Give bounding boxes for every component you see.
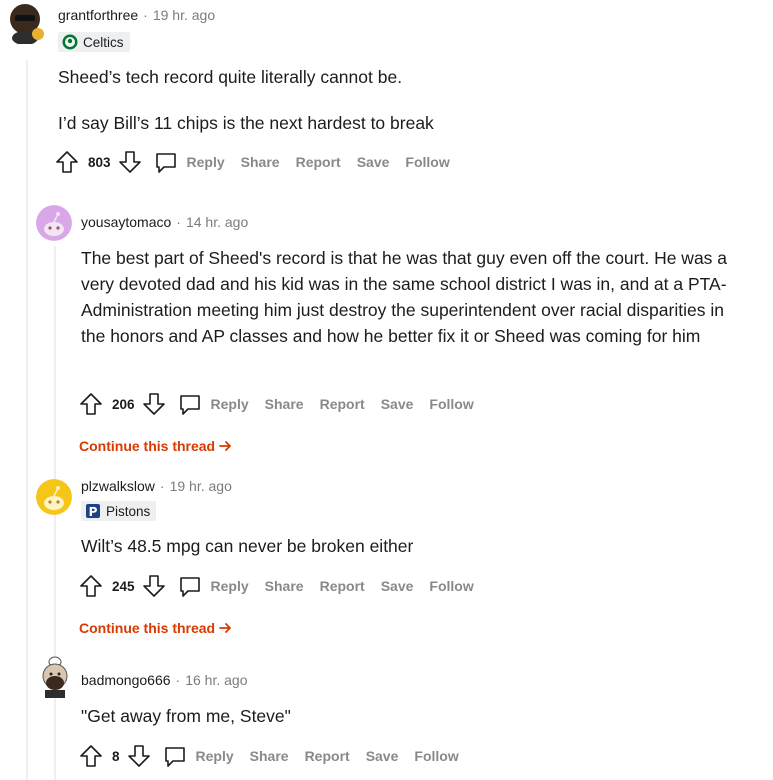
reply-button[interactable]: Reply — [162, 743, 234, 769]
report-button[interactable]: Report — [320, 578, 365, 594]
flair-label: Celtics — [83, 34, 124, 50]
reply-label: Reply — [210, 396, 249, 412]
follow-button[interactable]: Follow — [429, 396, 473, 412]
thread-line[interactable] — [26, 60, 28, 780]
separator-dot: · — [143, 7, 148, 23]
save-button[interactable]: Save — [381, 396, 414, 412]
comment-paragraph: Wilt’s 48.5 mpg can never be broken eith… — [81, 536, 414, 556]
downvote-icon[interactable] — [141, 391, 167, 417]
comment-paragraph: Sheed’s tech record quite literally cann… — [58, 67, 403, 87]
vote-score: 245 — [112, 578, 135, 594]
vote-score: 803 — [88, 154, 111, 170]
downvote-icon[interactable] — [126, 743, 152, 769]
arrow-right-icon — [219, 623, 232, 633]
continue-thread-label: Continue this thread — [79, 438, 216, 454]
vote-score: 8 — [112, 748, 120, 764]
separator-dot: · — [159, 478, 165, 494]
comment-meta: badmongo666 · 16 hr. ago — [81, 672, 247, 688]
avatar[interactable] — [36, 205, 72, 241]
timestamp[interactable]: 19 hr. ago — [153, 7, 215, 23]
comment-actions: 8 Reply Share Report Save Follow — [78, 742, 459, 770]
reply-label: Reply — [186, 154, 225, 170]
share-button[interactable]: Share — [241, 154, 280, 170]
timestamp[interactable]: 16 hr. ago — [185, 672, 247, 688]
comment-actions: 803 Reply Share Report Save Follow — [54, 148, 450, 176]
reply-label: Reply — [195, 748, 234, 764]
report-button[interactable]: Report — [320, 396, 365, 412]
arrow-right-icon — [219, 441, 232, 451]
reply-label: Reply — [210, 578, 249, 594]
share-button[interactable]: Share — [265, 396, 304, 412]
avatar[interactable] — [8, 2, 46, 45]
comment-bubble-icon — [177, 573, 203, 599]
avatar[interactable] — [36, 652, 74, 698]
comment-body: Sheed’s tech record quite literally cann… — [58, 64, 748, 136]
pistons-logo-icon: P — [85, 503, 101, 519]
vote-score: 206 — [112, 396, 135, 412]
upvote-icon[interactable] — [54, 149, 80, 175]
comment-paragraph: I’d say Bill’s 11 chips is the next hard… — [58, 113, 434, 133]
downvote-icon[interactable] — [117, 149, 143, 175]
separator-dot: · — [175, 672, 181, 688]
comment-meta: plzwalkslow · 19 hr. ago — [81, 478, 232, 494]
flair-label: Pistons — [106, 503, 151, 519]
follow-button[interactable]: Follow — [414, 748, 458, 764]
comment-paragraph: The best part of Sheed's record is that … — [81, 248, 728, 346]
report-button[interactable]: Report — [296, 154, 341, 170]
comment-bubble-icon — [177, 391, 203, 417]
reply-button[interactable]: Reply — [153, 149, 225, 175]
comment-bubble-icon — [162, 743, 188, 769]
save-button[interactable]: Save — [357, 154, 390, 170]
upvote-icon[interactable] — [78, 391, 104, 417]
follow-button[interactable]: Follow — [429, 578, 473, 594]
avatar[interactable] — [36, 479, 72, 515]
user-flair: Celtics — [58, 32, 130, 52]
username[interactable]: plzwalkslow — [81, 478, 155, 494]
separator-dot: · — [176, 214, 181, 230]
save-button[interactable]: Save — [381, 578, 414, 594]
save-button[interactable]: Save — [366, 748, 399, 764]
upvote-icon[interactable] — [78, 573, 104, 599]
user-flair: P Pistons — [81, 501, 157, 521]
share-button[interactable]: Share — [265, 578, 304, 594]
comment-meta: yousaytomaco · 14 hr. ago — [81, 214, 248, 230]
timestamp[interactable]: 19 hr. ago — [170, 478, 232, 494]
follow-button[interactable]: Follow — [405, 154, 449, 170]
upvote-icon[interactable] — [78, 743, 104, 769]
svg-text:P: P — [89, 505, 98, 519]
reply-button[interactable]: Reply — [177, 391, 249, 417]
report-button[interactable]: Report — [305, 748, 350, 764]
comment-meta: grantforthree · 19 hr. ago — [58, 7, 215, 23]
comment-body: The best part of Sheed's record is that … — [81, 245, 741, 349]
continue-thread-label: Continue this thread — [79, 620, 216, 636]
username[interactable]: yousaytomaco — [81, 214, 171, 230]
username[interactable]: grantforthree — [58, 7, 138, 23]
celtics-logo-icon — [62, 34, 78, 50]
timestamp[interactable]: 14 hr. ago — [186, 214, 248, 230]
comment-actions: 245 Reply Share Report Save Follow — [78, 572, 474, 600]
continue-thread-link[interactable]: Continue this thread — [79, 620, 232, 636]
comment-bubble-icon — [153, 149, 179, 175]
share-button[interactable]: Share — [250, 748, 289, 764]
continue-thread-link[interactable]: Continue this thread — [79, 438, 232, 454]
downvote-icon[interactable] — [141, 573, 167, 599]
username[interactable]: badmongo666 — [81, 672, 171, 688]
comment-paragraph: "Get away from me, Steve" — [81, 706, 291, 726]
comment-body: Wilt’s 48.5 mpg can never be broken eith… — [81, 533, 741, 559]
comment-actions: 206 Reply Share Report Save Follow — [78, 390, 474, 418]
comment-body: "Get away from me, Steve" — [81, 703, 741, 729]
reply-button[interactable]: Reply — [177, 573, 249, 599]
